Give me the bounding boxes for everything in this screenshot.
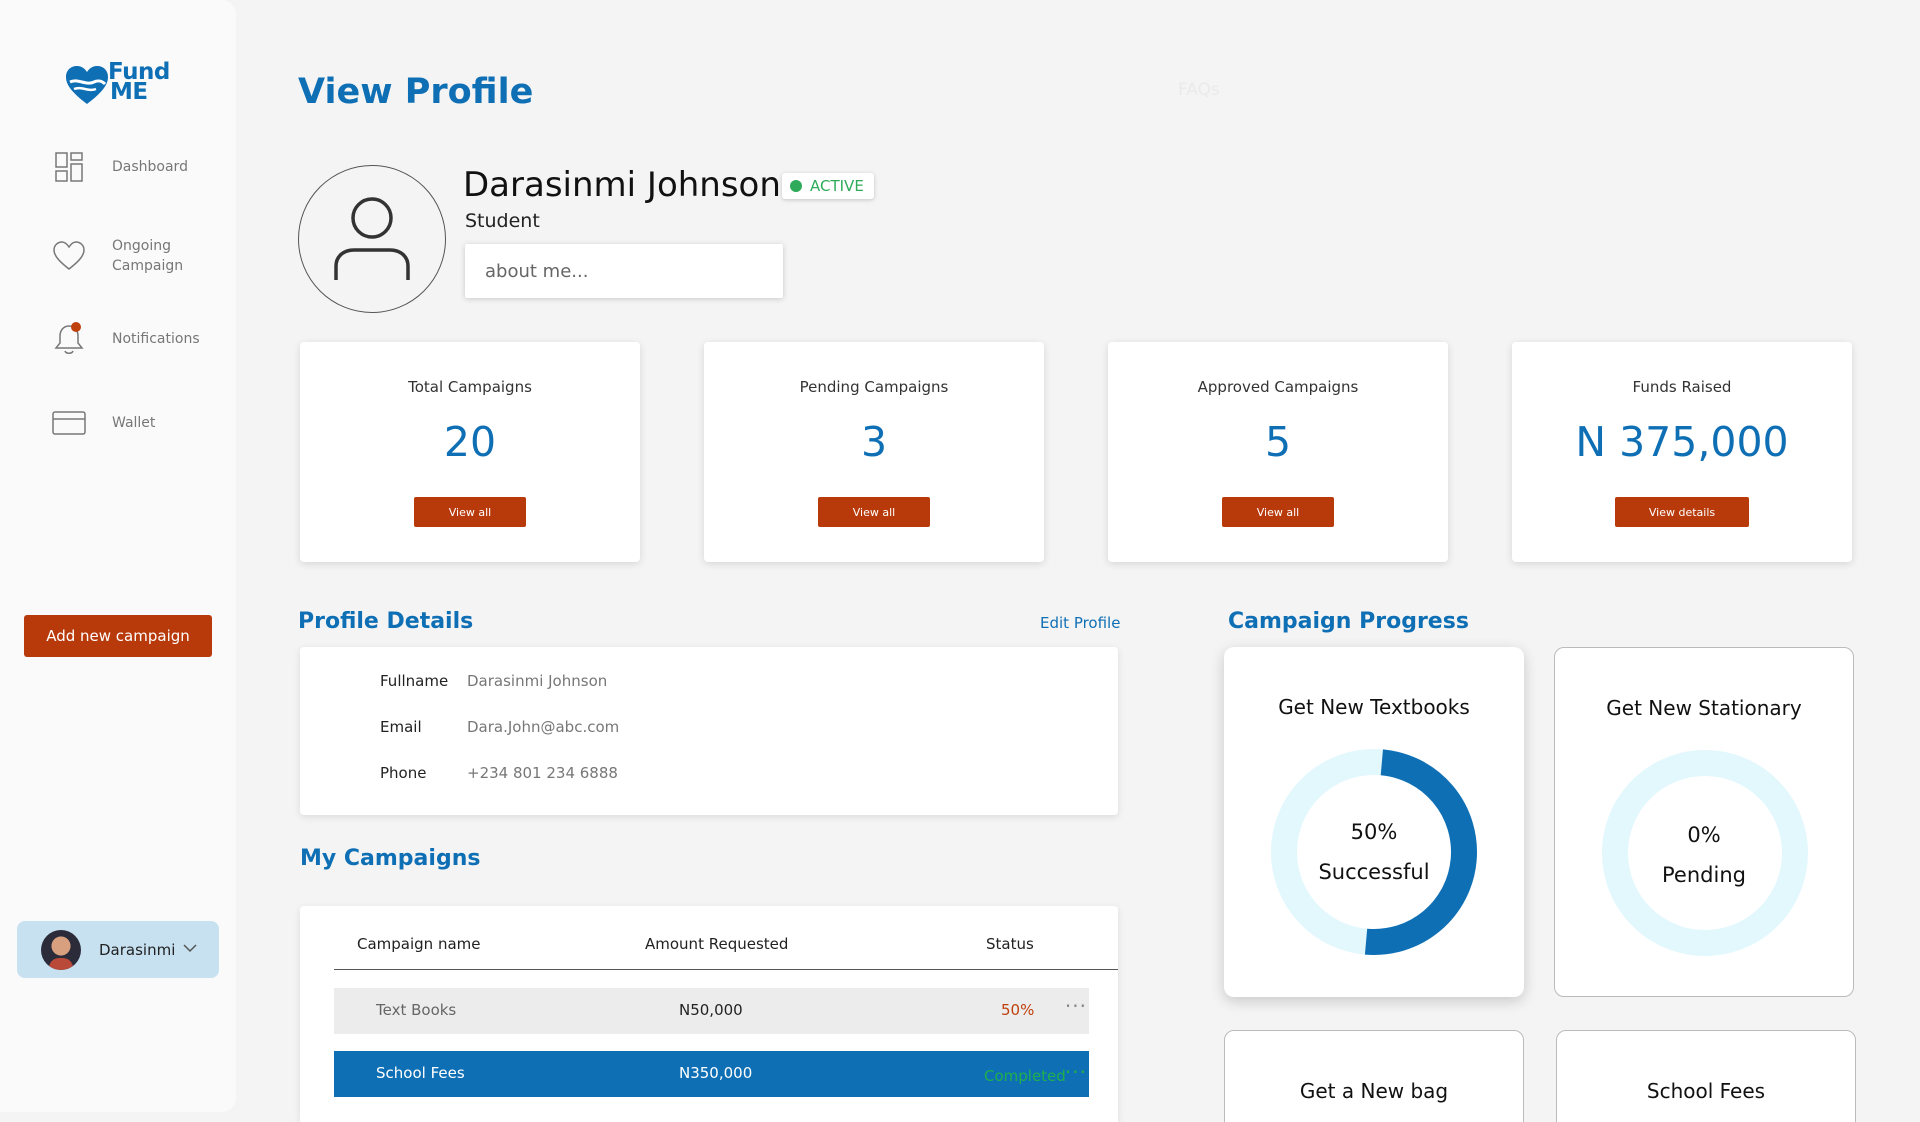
table-row[interactable]: Text Books N50,000 50% ··· (334, 988, 1089, 1034)
cell-campaign-name: School Fees (376, 1064, 465, 1082)
page-title: View Profile (298, 72, 534, 112)
chevron-down-icon (183, 943, 197, 952)
more-options-icon[interactable]: ··· (1065, 994, 1087, 1018)
campaigns-table: Campaign name Amount Requested Status Te… (300, 906, 1118, 1122)
sidebar-item-label: Notifications (112, 331, 200, 347)
sidebar: Fund ME Dashboard Ongoing Campaign Notif… (0, 0, 236, 1112)
profile-role: Student (465, 210, 540, 232)
sidebar-item-label: Dashboard (112, 159, 188, 175)
progress-state: Pending (1662, 863, 1746, 887)
view-all-button[interactable]: View all (818, 497, 930, 527)
sidebar-item-dashboard[interactable]: Dashboard (46, 152, 188, 182)
detail-key: Phone (380, 764, 427, 782)
campaign-progress-title: Campaign Progress (1228, 609, 1469, 634)
user-name: Darasinmi (99, 940, 176, 959)
bell-icon (46, 322, 92, 356)
status-dot-icon (790, 180, 802, 192)
cell-amount: N50,000 (679, 1001, 743, 1019)
sidebar-item-wallet[interactable]: Wallet (46, 410, 155, 436)
logo-line-2: ME (110, 79, 148, 105)
progress-card-stationary[interactable]: Get New Stationary 0% Pending (1554, 647, 1854, 997)
column-header-status: Status (986, 935, 1034, 953)
my-campaigns-title: My Campaigns (300, 846, 481, 871)
about-me-input[interactable] (465, 244, 783, 298)
progress-text: 0% Pending (1555, 815, 1853, 895)
avatar (41, 929, 81, 970)
stat-label: Total Campaigns (408, 378, 532, 396)
sidebar-item-label: Ongoing Campaign (112, 238, 184, 274)
detail-key: Email (380, 718, 422, 736)
user-menu[interactable]: Darasinmi (17, 921, 219, 978)
view-details-button[interactable]: View details (1615, 497, 1749, 527)
stat-value: N 375,000 (1575, 418, 1789, 466)
stat-label: Funds Raised (1632, 378, 1732, 396)
edit-profile-link[interactable]: Edit Profile (1040, 614, 1120, 632)
view-all-button[interactable]: View all (1222, 497, 1334, 527)
view-all-button[interactable]: View all (414, 497, 526, 527)
detail-row-email: Email Dara.John@abc.com (380, 718, 619, 736)
progress-text: 50% Successful (1224, 812, 1524, 892)
cell-status: 50% (1001, 1001, 1035, 1019)
sidebar-item-notifications[interactable]: Notifications (46, 322, 200, 356)
cell-status: Completed (984, 1067, 1066, 1085)
stat-label: Pending Campaigns (799, 378, 949, 396)
sidebar-item-ongoing-campaign[interactable]: Ongoing Campaign (46, 236, 183, 276)
sidebar-item-label: Wallet (112, 415, 156, 431)
fundme-logo[interactable]: Fund ME (64, 61, 184, 110)
heart-hand-logo-icon (66, 66, 108, 104)
stat-label: Approved Campaigns (1197, 378, 1359, 396)
column-header-campaign-name: Campaign name (357, 935, 481, 953)
detail-key: Fullname (380, 672, 449, 690)
stat-value: 20 (443, 418, 497, 466)
cell-campaign-name: Text Books (376, 1001, 457, 1019)
stat-card-funds-raised: Funds Raised N 375,000 View details (1512, 342, 1852, 562)
stat-card-total-campaigns: Total Campaigns 20 View all (300, 342, 640, 562)
faqs-link[interactable]: FAQs (1178, 80, 1220, 100)
stat-card-approved-campaigns: Approved Campaigns 5 View all (1108, 342, 1448, 562)
progress-card-title: School Fees (1646, 1079, 1766, 1103)
status-label: ACTIVE (810, 177, 864, 195)
stat-card-pending-campaigns: Pending Campaigns 3 View all (704, 342, 1044, 562)
header-divider (334, 969, 1118, 970)
progress-card-school-fees[interactable]: School Fees (1556, 1030, 1856, 1122)
detail-value: +234 801 234 6888 (467, 764, 618, 782)
profile-details-card: Fullname Darasinmi Johnson Email Dara.Jo… (300, 647, 1118, 815)
detail-row-fullname: Fullname Darasinmi Johnson (380, 672, 607, 690)
progress-percent: 0% (1687, 823, 1721, 847)
add-new-campaign-button[interactable]: Add new campaign (24, 615, 212, 657)
detail-value: Dara.John@abc.com (467, 718, 620, 736)
progress-card-textbooks[interactable]: Get New Textbooks 50% Successful (1224, 647, 1524, 997)
progress-card-title: Get New Textbooks (1278, 695, 1470, 719)
table-row[interactable]: School Fees N350,000 Completed ··· (334, 1051, 1089, 1097)
profile-details-title: Profile Details (298, 609, 474, 634)
stat-value: 5 (1264, 418, 1292, 466)
stat-value: 3 (860, 418, 888, 466)
progress-state: Successful (1318, 860, 1430, 884)
profile-picture[interactable] (298, 165, 446, 313)
progress-card-title: Get a New bag (1299, 1079, 1449, 1103)
status-badge: ACTIVE (782, 173, 874, 199)
progress-percent: 50% (1350, 820, 1398, 844)
column-header-amount: Amount Requested (645, 935, 789, 953)
cell-amount: N350,000 (679, 1064, 753, 1082)
more-options-icon[interactable]: ··· (1065, 1060, 1087, 1084)
progress-card-title: Get New Stationary (1606, 696, 1802, 720)
profile-name: Darasinmi Johnson (463, 165, 781, 205)
logo-text: Fund ME (108, 61, 170, 105)
progress-card-bag[interactable]: Get a New bag (1224, 1030, 1524, 1122)
user-silhouette-icon (334, 197, 410, 280)
heart-icon (46, 241, 92, 271)
detail-value: Darasinmi Johnson (467, 672, 608, 690)
wallet-card-icon (46, 410, 92, 436)
detail-row-phone: Phone +234 801 234 6888 (380, 764, 618, 782)
dashboard-grid-icon (46, 152, 92, 182)
